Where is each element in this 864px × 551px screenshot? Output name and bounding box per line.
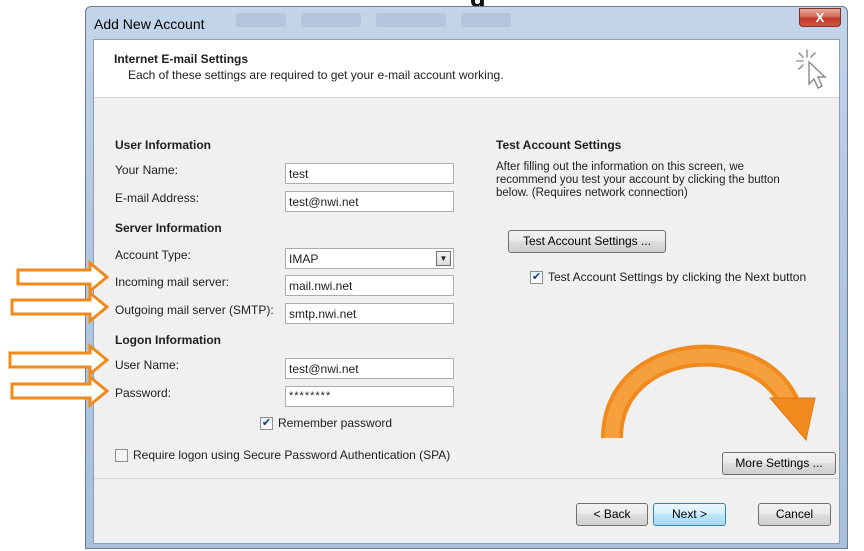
arrow-annotation-password [10, 373, 110, 409]
curved-arrow-annotation [601, 344, 816, 442]
annotation-layer [8, 259, 816, 442]
arrow-annotation-username [8, 342, 110, 378]
arrow-annotation-incoming [16, 259, 110, 295]
arrow-annotation-outgoing [10, 289, 110, 325]
